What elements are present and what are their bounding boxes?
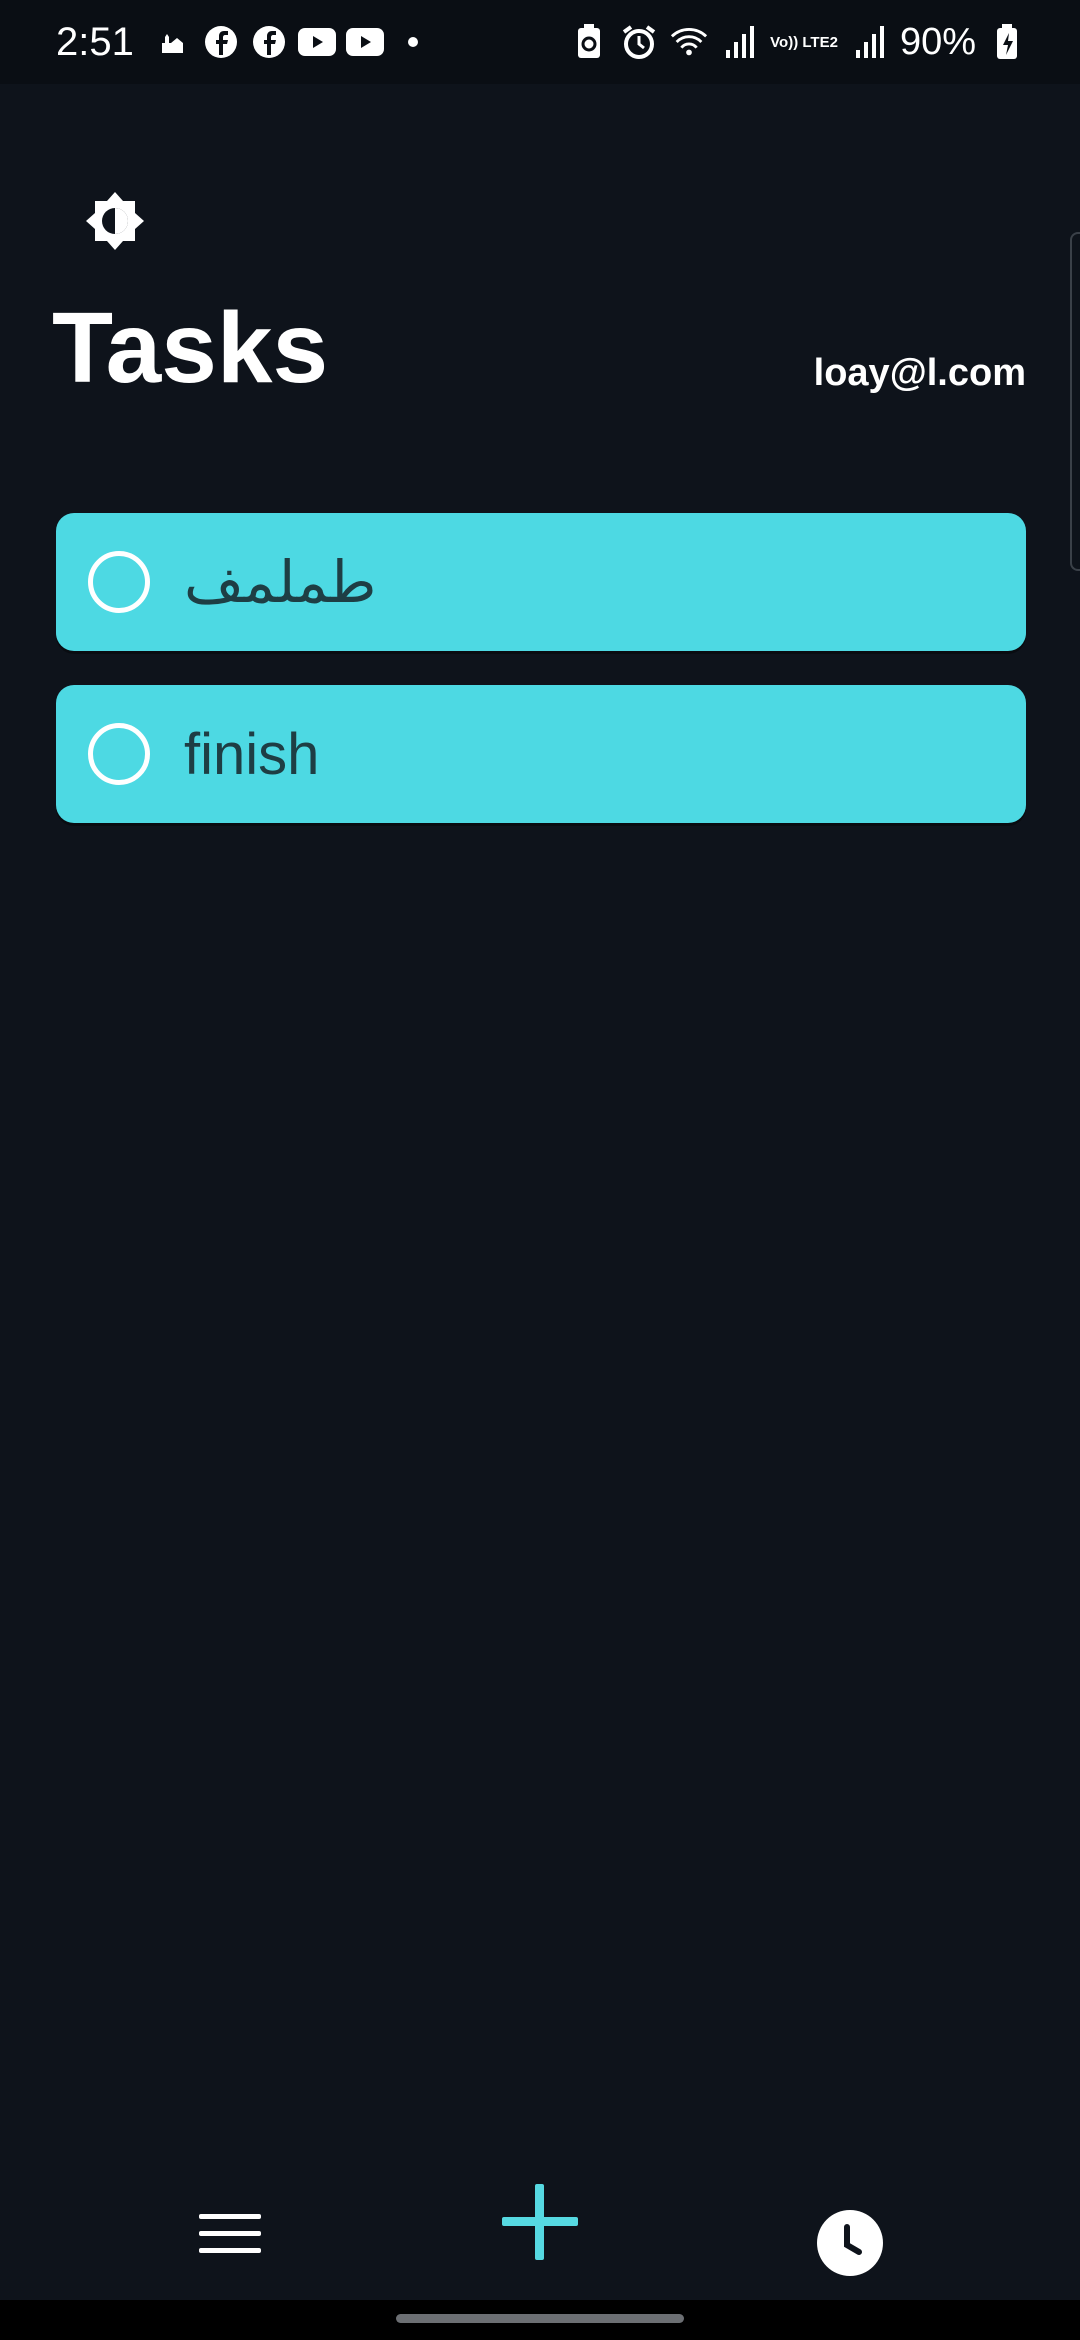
notification-dot-icon	[407, 37, 418, 47]
mosque-icon	[154, 23, 192, 61]
facebook-icon	[250, 23, 288, 61]
clock-icon[interactable]	[816, 2209, 884, 2277]
app-screen: 2:51 Vo)) LTE2 90% Tasks loay@l.com طملم…	[0, 0, 1080, 2340]
lte-icon: Vo)) LTE2	[770, 33, 838, 51]
alarm-icon	[620, 23, 658, 61]
add-icon[interactable]	[502, 2184, 578, 2260]
page-title: Tasks	[52, 292, 329, 404]
task-checkbox[interactable]	[88, 551, 150, 613]
user-email: loay@l.com	[813, 352, 1026, 394]
battery-percent: 90%	[899, 20, 976, 63]
signal-icon	[850, 23, 888, 61]
status-time: 2:51	[56, 19, 134, 64]
scroll-handle[interactable]	[1070, 232, 1080, 571]
wifi-icon	[670, 23, 708, 61]
youtube-icon	[297, 23, 336, 61]
signal-icon	[720, 23, 758, 61]
youtube-icon	[345, 23, 384, 61]
task-checkbox[interactable]	[88, 723, 150, 785]
gesture-handle[interactable]	[396, 2314, 684, 2323]
menu-icon[interactable]	[199, 2214, 261, 2260]
notification-icons	[154, 23, 418, 61]
task-item[interactable]: finish	[56, 685, 1026, 823]
brightness-icon[interactable]	[78, 184, 152, 258]
task-list: طملمف finish	[56, 513, 1026, 857]
task-label: finish	[184, 721, 320, 787]
task-item[interactable]: طملمف	[56, 513, 1026, 651]
system-icons: Vo)) LTE2 90%	[570, 21, 1026, 64]
battery-charging-icon	[988, 23, 1026, 61]
battery-saver-icon	[570, 23, 608, 61]
task-label: طملمف	[184, 550, 377, 615]
facebook-icon	[202, 23, 240, 61]
status-bar: 2:51 Vo)) LTE2 90%	[0, 0, 1080, 84]
